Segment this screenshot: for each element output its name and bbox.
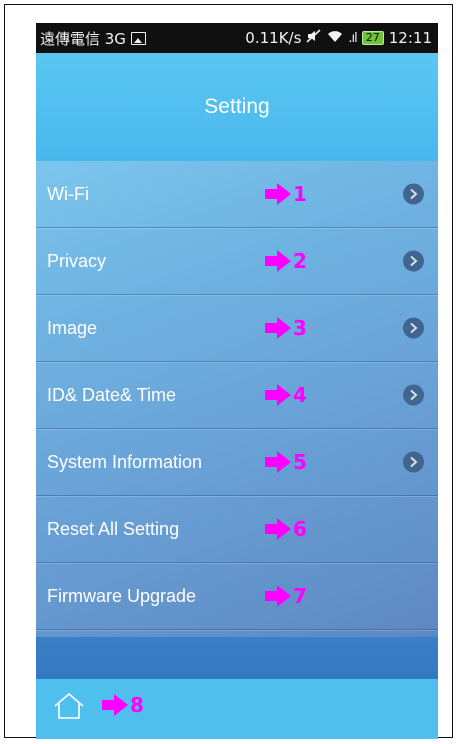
pointer-arrow-icon bbox=[265, 183, 291, 205]
annotation-number: 2 bbox=[293, 249, 307, 273]
annotation-marker: 8 bbox=[102, 693, 144, 717]
menu-item-label: System Information bbox=[47, 451, 203, 472]
battery-indicator: 27 bbox=[361, 31, 384, 45]
annotation-number: 1 bbox=[293, 182, 307, 206]
status-bar: 遠傳電信 3G 0.11K/s .ıl 27 12:11 bbox=[36, 23, 438, 53]
annotation-number: 3 bbox=[293, 316, 307, 340]
home-icon[interactable] bbox=[52, 692, 86, 725]
menu-item-label: ID& Date& Time bbox=[47, 384, 177, 405]
annotation-number: 8 bbox=[130, 693, 144, 717]
image-notification-icon bbox=[130, 31, 146, 45]
annotation-marker: 4 bbox=[265, 383, 307, 407]
pointer-arrow-icon bbox=[102, 694, 128, 716]
menu-item-system-information[interactable]: System Information 5 bbox=[36, 429, 438, 496]
header: Setting bbox=[36, 53, 438, 161]
chevron-right-icon[interactable] bbox=[403, 250, 424, 272]
page-title: Setting bbox=[204, 95, 270, 118]
menu-item-label: Wi-Fi bbox=[47, 183, 89, 204]
clock: 12:11 bbox=[388, 29, 432, 47]
chevron-right-icon[interactable] bbox=[403, 384, 424, 406]
menu-item-firmware-upgrade[interactable]: Firmware Upgrade 7 bbox=[36, 563, 438, 630]
annotation-marker: 3 bbox=[265, 316, 307, 340]
chevron-right-icon[interactable] bbox=[403, 451, 424, 473]
pointer-arrow-icon bbox=[265, 317, 291, 339]
network-speed: 0.11K/s bbox=[245, 29, 302, 47]
menu-item-label: Image bbox=[47, 317, 98, 338]
settings-list: Wi-Fi 1 Privacy 2 Image 3 ID& Date& Time… bbox=[36, 161, 438, 637]
pointer-arrow-icon bbox=[265, 384, 291, 406]
menu-item-image[interactable]: Image 3 bbox=[36, 295, 438, 362]
annotation-number: 6 bbox=[293, 517, 307, 541]
footer-band bbox=[36, 637, 438, 679]
menu-item-wifi[interactable]: Wi-Fi 1 bbox=[36, 161, 438, 228]
pointer-arrow-icon bbox=[265, 451, 291, 473]
pointer-arrow-icon bbox=[265, 250, 291, 272]
chevron-right-icon[interactable] bbox=[403, 183, 424, 205]
annotation-marker: 2 bbox=[265, 249, 307, 273]
annotation-number: 4 bbox=[293, 383, 307, 407]
menu-item-label: Firmware Upgrade bbox=[47, 585, 197, 606]
page-frame: 遠傳電信 3G 0.11K/s .ıl 27 12:11 Setting Wi-… bbox=[4, 4, 453, 739]
chevron-right-icon[interactable] bbox=[403, 317, 424, 339]
menu-item-privacy[interactable]: Privacy 2 bbox=[36, 228, 438, 295]
mute-icon bbox=[306, 29, 322, 47]
pointer-arrow-icon bbox=[265, 585, 291, 607]
bottom-bar: 8 bbox=[36, 679, 438, 739]
annotation-marker: 5 bbox=[265, 450, 307, 474]
signal-icon: .ıl bbox=[348, 30, 357, 46]
menu-item-id-date-time[interactable]: ID& Date& Time 4 bbox=[36, 362, 438, 429]
menu-item-reset-all-setting[interactable]: Reset All Setting 6 bbox=[36, 496, 438, 563]
annotation-number: 5 bbox=[293, 450, 307, 474]
carrier-label: 遠傳電信 3G bbox=[40, 29, 126, 48]
annotation-marker: 1 bbox=[265, 182, 307, 206]
menu-item-label: Reset All Setting bbox=[47, 518, 180, 539]
annotation-marker: 6 bbox=[265, 517, 307, 541]
annotation-marker: 7 bbox=[265, 584, 307, 608]
menu-item-label: Privacy bbox=[47, 250, 107, 271]
pointer-arrow-icon bbox=[265, 518, 291, 540]
phone-screen: 遠傳電信 3G 0.11K/s .ıl 27 12:11 Setting Wi-… bbox=[36, 23, 438, 739]
annotation-number: 7 bbox=[293, 584, 307, 608]
wifi-icon bbox=[327, 29, 343, 47]
